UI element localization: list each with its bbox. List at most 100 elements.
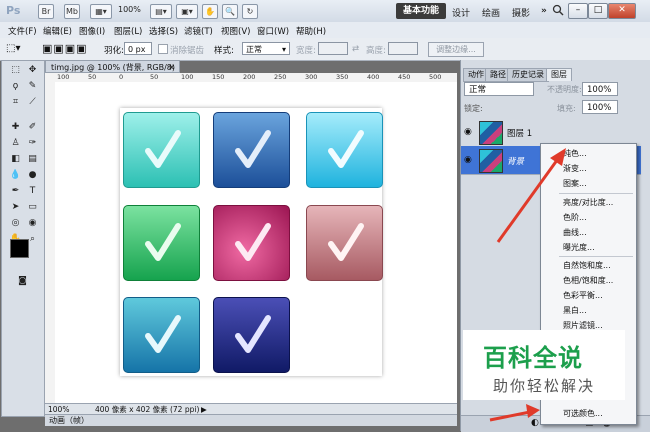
menu-bar: 文件(F) 编辑(E) 图像(I) 图层(L) 选择(S) 滤镜(T) 视图(V… bbox=[0, 22, 650, 39]
ruler-tick-label: 200 bbox=[243, 73, 256, 81]
menu-window[interactable]: 窗口(W) bbox=[257, 25, 289, 37]
clone-stamp-icon[interactable]: ♙ bbox=[9, 137, 22, 150]
checkmark-tile-ocean bbox=[123, 297, 200, 373]
menu-filter[interactable]: 滤镜(T) bbox=[184, 25, 213, 37]
path-select-icon[interactable]: ➤ bbox=[9, 201, 22, 214]
close-button[interactable]: ✕ bbox=[608, 3, 636, 19]
eye-icon[interactable]: ◉ bbox=[464, 127, 472, 137]
pen-tool-icon[interactable]: ✒ bbox=[9, 185, 22, 198]
tab-layers[interactable]: 图层 bbox=[546, 68, 572, 81]
menu-layer[interactable]: 图层(L) bbox=[114, 25, 142, 37]
ruler-tick-label: 400 bbox=[367, 73, 380, 81]
shape-tool-icon[interactable]: ▭ bbox=[26, 201, 39, 214]
eyedropper-tool-icon[interactable]: ⟋ bbox=[26, 96, 39, 109]
height-input[interactable] bbox=[388, 42, 418, 55]
menu-image[interactable]: 图像(I) bbox=[79, 25, 105, 37]
menu-item-vibrance[interactable]: 自然饱和度... bbox=[563, 260, 611, 271]
blend-mode-select[interactable]: 正常 bbox=[464, 82, 534, 96]
checkmark-tile-green bbox=[123, 205, 200, 281]
ruler-tick-label: 150 bbox=[212, 73, 225, 81]
opacity-label: 不透明度: bbox=[547, 85, 582, 94]
bridge-icon[interactable]: Br bbox=[38, 4, 54, 19]
style-label: 样式: bbox=[214, 46, 234, 56]
gradient-tool-icon[interactable]: ▤ bbox=[26, 153, 39, 166]
document-image[interactable] bbox=[120, 108, 383, 376]
menu-item-selective-color[interactable]: 可选颜色... bbox=[563, 408, 603, 419]
ruler-tick-label: 500 bbox=[429, 73, 442, 81]
width-input[interactable] bbox=[318, 42, 348, 55]
eye-icon[interactable]: ◉ bbox=[464, 155, 472, 165]
checkmark-tile-cyan bbox=[306, 112, 383, 188]
ruler-tick-label: 450 bbox=[398, 73, 411, 81]
more-workspaces[interactable]: » bbox=[541, 6, 547, 16]
document-tab[interactable]: timg.jpg @ 100% (背景, RGB/8) * ✕ bbox=[45, 60, 180, 85]
menu-item-color-balance[interactable]: 色彩平衡... bbox=[563, 290, 603, 301]
hand-icon[interactable]: ✋ bbox=[202, 4, 218, 19]
arrange-documents-icon[interactable]: ▤▾ bbox=[150, 4, 172, 19]
checkmark-tile-blue bbox=[213, 112, 290, 188]
workspace-photography[interactable]: 摄影 bbox=[512, 6, 530, 19]
refine-edge-button[interactable]: 调整边缘... bbox=[428, 42, 484, 57]
selection-mode-icons[interactable]: ▣▣▣▣ bbox=[42, 42, 88, 55]
dodge-tool-icon[interactable]: ● bbox=[26, 169, 39, 182]
fill-input[interactable]: 100% bbox=[582, 100, 618, 114]
crop-tool-icon[interactable]: ⌗ bbox=[9, 96, 22, 109]
workspace-basic-button[interactable]: 基本功能 bbox=[396, 3, 446, 19]
photoshop-logo: Ps bbox=[6, 4, 21, 17]
lock-label: 锁定: bbox=[464, 104, 483, 113]
ruler-tick-label: 50 bbox=[150, 73, 159, 81]
type-tool-icon[interactable]: T bbox=[26, 185, 39, 198]
feather-input[interactable]: 0 px bbox=[124, 42, 152, 55]
quick-select-tool-icon[interactable]: ✎ bbox=[26, 80, 39, 93]
workspace-painting[interactable]: 绘画 bbox=[482, 6, 500, 19]
foreground-color-swatch[interactable] bbox=[10, 239, 29, 258]
width-label: 宽度: bbox=[296, 46, 316, 56]
style-select[interactable]: 正常 ▾ bbox=[242, 42, 290, 55]
ruler-tick-label: 250 bbox=[274, 73, 287, 81]
layer-name[interactable]: 图层 1 bbox=[507, 127, 532, 139]
menu-view[interactable]: 视图(V) bbox=[221, 25, 250, 37]
search-icon[interactable] bbox=[552, 3, 564, 20]
3d-orbit-icon[interactable]: ◉ bbox=[26, 217, 39, 230]
checkmark-tile-navy bbox=[213, 297, 290, 373]
menu-edit[interactable]: 编辑(E) bbox=[43, 25, 72, 37]
menu-select[interactable]: 选择(S) bbox=[149, 25, 178, 37]
minimize-button[interactable]: – bbox=[568, 3, 588, 19]
mini-bridge-icon[interactable]: Mb bbox=[64, 4, 80, 19]
opacity-input[interactable]: 100% bbox=[582, 82, 618, 96]
view-extras-icon[interactable]: ▦▾ bbox=[90, 4, 112, 19]
brush-tool-icon[interactable]: ✐ bbox=[26, 121, 39, 134]
chevron-down-icon: ▾ bbox=[281, 45, 286, 54]
menu-separator bbox=[559, 256, 633, 257]
tool-preset-icon[interactable]: ⬚▾ bbox=[6, 43, 20, 54]
eraser-tool-icon[interactable]: ◧ bbox=[9, 153, 22, 166]
marquee-tool-icon[interactable]: ⬚ bbox=[9, 64, 22, 77]
maximize-button[interactable]: □ bbox=[588, 3, 608, 19]
checkmark-tile-magenta bbox=[213, 205, 290, 281]
height-label: 高度: bbox=[366, 46, 386, 56]
swap-icon[interactable]: ⇄ bbox=[352, 44, 359, 54]
workspace-design[interactable]: 设计 bbox=[452, 6, 470, 19]
blur-tool-icon[interactable]: 💧 bbox=[9, 169, 22, 182]
move-tool-icon[interactable]: ✥ bbox=[26, 64, 39, 77]
menu-item-hue-saturation[interactable]: 色相/饱和度... bbox=[563, 275, 613, 286]
checkmark-tile-rose bbox=[306, 205, 383, 281]
red-arrow-annotation bbox=[496, 148, 566, 243]
tab-history[interactable]: 历史记录 bbox=[507, 68, 549, 82]
healing-brush-icon[interactable]: ✚ bbox=[9, 121, 22, 134]
animation-panel-tab[interactable]: 动画（帧） bbox=[45, 414, 457, 426]
zoom-level[interactable]: 100% bbox=[118, 5, 141, 14]
antialias-checkbox[interactable] bbox=[158, 44, 168, 54]
screen-mode-icon[interactable]: ▣▾ bbox=[176, 4, 198, 19]
rotate-view-icon[interactable]: ↻ bbox=[242, 4, 258, 19]
style-select-value: 正常 bbox=[246, 45, 262, 54]
ruler-tick-label: 350 bbox=[336, 73, 349, 81]
3d-rotate-icon[interactable]: ◎ bbox=[9, 217, 22, 230]
history-brush-icon[interactable]: ✑ bbox=[26, 137, 39, 150]
zoom-icon[interactable]: 🔍 bbox=[222, 4, 238, 19]
menu-help[interactable]: 帮助(H) bbox=[296, 25, 326, 37]
menu-item-black-white[interactable]: 黑白... bbox=[563, 305, 587, 316]
menu-file[interactable]: 文件(F) bbox=[8, 25, 37, 37]
quick-mask-icon[interactable]: ◙ bbox=[16, 275, 29, 288]
lasso-tool-icon[interactable]: ϙ bbox=[9, 80, 22, 93]
